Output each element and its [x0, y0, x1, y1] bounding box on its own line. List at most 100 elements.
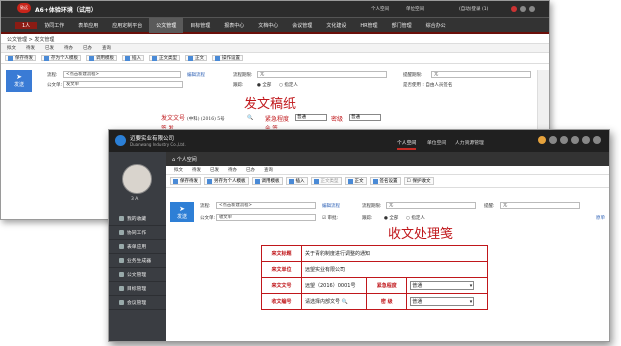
header-icons[interactable]	[511, 6, 535, 12]
tab[interactable]: 待发	[192, 167, 201, 173]
message-icon[interactable]	[549, 136, 557, 144]
original-link[interactable]: 原单	[596, 215, 605, 221]
save-draft-button[interactable]: 保存待发	[170, 177, 201, 185]
urgency-select[interactable]: 普通	[410, 281, 475, 290]
subject-select[interactable]: 发文单	[63, 81, 183, 88]
use-template-button[interactable]: 调用模板	[86, 55, 117, 61]
search-icon[interactable]: 🔍	[342, 299, 348, 305]
save-draft-button[interactable]: 保存待发	[5, 55, 36, 61]
unit-space-tab[interactable]: 单位空间	[427, 139, 446, 146]
close-icon[interactable]	[529, 6, 535, 12]
edit-flow-link[interactable]: 编辑流程	[187, 72, 205, 78]
deadline-select[interactable]: 无	[257, 71, 387, 78]
gear-icon	[215, 55, 220, 61]
tab[interactable]: 拟文	[7, 45, 16, 51]
send-button[interactable]: ➤ 发送	[170, 202, 194, 222]
notify-icon[interactable]	[538, 136, 546, 144]
tab[interactable]: 待办	[64, 45, 73, 51]
secret-select[interactable]: 普通	[349, 114, 381, 121]
insert-button[interactable]: 插入	[122, 55, 144, 61]
help-icon[interactable]	[582, 136, 590, 144]
logout-icon[interactable]	[593, 136, 601, 144]
body-button[interactable]: 正文	[185, 55, 207, 61]
save-template-button[interactable]: 另存为个人模板	[204, 177, 249, 185]
recv-value[interactable]: 请选择内部文号	[305, 299, 340, 305]
nav-item[interactable]: 目标管理	[183, 22, 217, 29]
hr-tab[interactable]: 人力资源管理	[455, 139, 484, 146]
personal-space-tab[interactable]: 个人空间	[397, 139, 417, 150]
nav-item[interactable]: 会议管理	[285, 22, 319, 29]
title-value[interactable]: 关于青豹制度进行调整的通知	[301, 245, 488, 262]
subject-label: 公文单:	[200, 216, 216, 221]
star-icon	[119, 216, 124, 221]
search-icon[interactable]	[560, 136, 568, 144]
edit-flow-link[interactable]: 编辑流程	[322, 203, 340, 209]
notify-icon[interactable]	[511, 6, 517, 12]
settings-icon[interactable]	[520, 6, 526, 12]
unit-space-link[interactable]: 单位空间	[406, 6, 424, 12]
body-button[interactable]: 正文	[344, 177, 367, 185]
tab[interactable]: 待发	[26, 45, 35, 51]
tab[interactable]: 已办	[246, 167, 255, 173]
track-assign-radio[interactable]: ○ 指定人	[406, 215, 425, 221]
org-value[interactable]: 远望实业有限公司	[301, 261, 488, 278]
flow-input[interactable]: <点击新建流程>	[216, 202, 316, 209]
urgency-select[interactable]: 普通	[295, 114, 327, 121]
doc-icon	[347, 178, 353, 184]
sidebar-item-favorites[interactable]: 我的收藏	[109, 212, 166, 226]
gear-icon[interactable]	[571, 136, 579, 144]
tab[interactable]: 待办	[228, 167, 237, 173]
deadline-label: 流程期限:	[233, 73, 253, 78]
sidebar-item-forms[interactable]: 表单应用	[109, 240, 166, 254]
remind-select[interactable]: 无	[431, 71, 531, 78]
num-value[interactable]: 远望（2016）0001号	[300, 277, 368, 294]
nav-item[interactable]: 协同工作	[37, 22, 71, 29]
track-all-radio[interactable]: ● 全部	[257, 82, 271, 88]
sidebar-item-meetings[interactable]: 会议管理	[109, 296, 166, 310]
nav-item[interactable]: 文档中心	[251, 22, 285, 29]
tab[interactable]: 已发	[210, 167, 219, 173]
avatar[interactable]	[122, 164, 152, 194]
operation-settings-button[interactable]: 操作设置	[212, 55, 243, 61]
body-type-button[interactable]: 正文类型	[310, 177, 342, 185]
save-template-button[interactable]: 存为个人模板	[41, 55, 81, 61]
protect-checkbox[interactable]: ☐ 保护收文	[403, 177, 434, 185]
nav-item[interactable]: 文化建设	[319, 22, 353, 29]
sidebar-item-biz[interactable]: 业务生成器	[109, 254, 166, 268]
nav-item[interactable]: 表单应用	[71, 22, 105, 29]
secret-select[interactable]: 普通	[410, 297, 475, 306]
sidebar-item-docs[interactable]: 公文管理	[109, 268, 166, 282]
target-icon	[119, 286, 124, 291]
sidebar-item-collab[interactable]: 协同工作	[109, 226, 166, 240]
receipt-form-table: 来文标题 关于青豹制度进行调整的通知 来文单位 远望实业有限公司 来文文号 远望…	[261, 245, 488, 310]
signature-settings-button[interactable]: 签名设置	[369, 177, 401, 185]
track-all-radio[interactable]: ● 全部	[384, 215, 398, 221]
nav-item[interactable]: 部门管理	[385, 22, 419, 29]
dispatch-search-icon[interactable]: 🔍	[247, 115, 253, 121]
tab[interactable]: 查询	[264, 167, 273, 173]
nav-item[interactable]: 报表中心	[217, 22, 251, 29]
doc-icon	[188, 55, 193, 61]
use-template-button[interactable]: 调用模板	[251, 177, 283, 185]
remind-select[interactable]: 无	[500, 202, 580, 209]
nav-item[interactable]: HR管理	[353, 22, 384, 29]
deadline-select[interactable]: 无	[386, 202, 476, 209]
nav-item[interactable]: 应用定制平台	[105, 22, 149, 29]
tab[interactable]: 已发	[45, 45, 54, 51]
send-button[interactable]: ➤ 发送	[6, 70, 32, 92]
track-assign-radio[interactable]: ○ 指定人	[279, 82, 298, 88]
tab[interactable]: 已办	[83, 45, 92, 51]
flow-input[interactable]: <点击新建流程>	[63, 71, 181, 78]
sidebar-item-goals[interactable]: 目标管理	[109, 282, 166, 296]
insert-button[interactable]: 插入	[285, 177, 308, 185]
subject-select[interactable]: 收文单	[216, 214, 316, 221]
user-badge[interactable]: 1人	[15, 21, 38, 29]
sidebar-label: 公文管理	[127, 273, 147, 278]
nav-item-active[interactable]: 公文管理	[149, 17, 184, 33]
approve-checkbox[interactable]: ☑ 审批:	[322, 215, 338, 221]
tab[interactable]: 拟文	[174, 167, 183, 173]
nav-item[interactable]: 综合办公	[419, 22, 453, 29]
tab[interactable]: 查询	[102, 45, 111, 51]
body-type-button[interactable]: 正文类型	[149, 55, 180, 61]
personal-space-link[interactable]: 个人空间	[371, 6, 389, 12]
